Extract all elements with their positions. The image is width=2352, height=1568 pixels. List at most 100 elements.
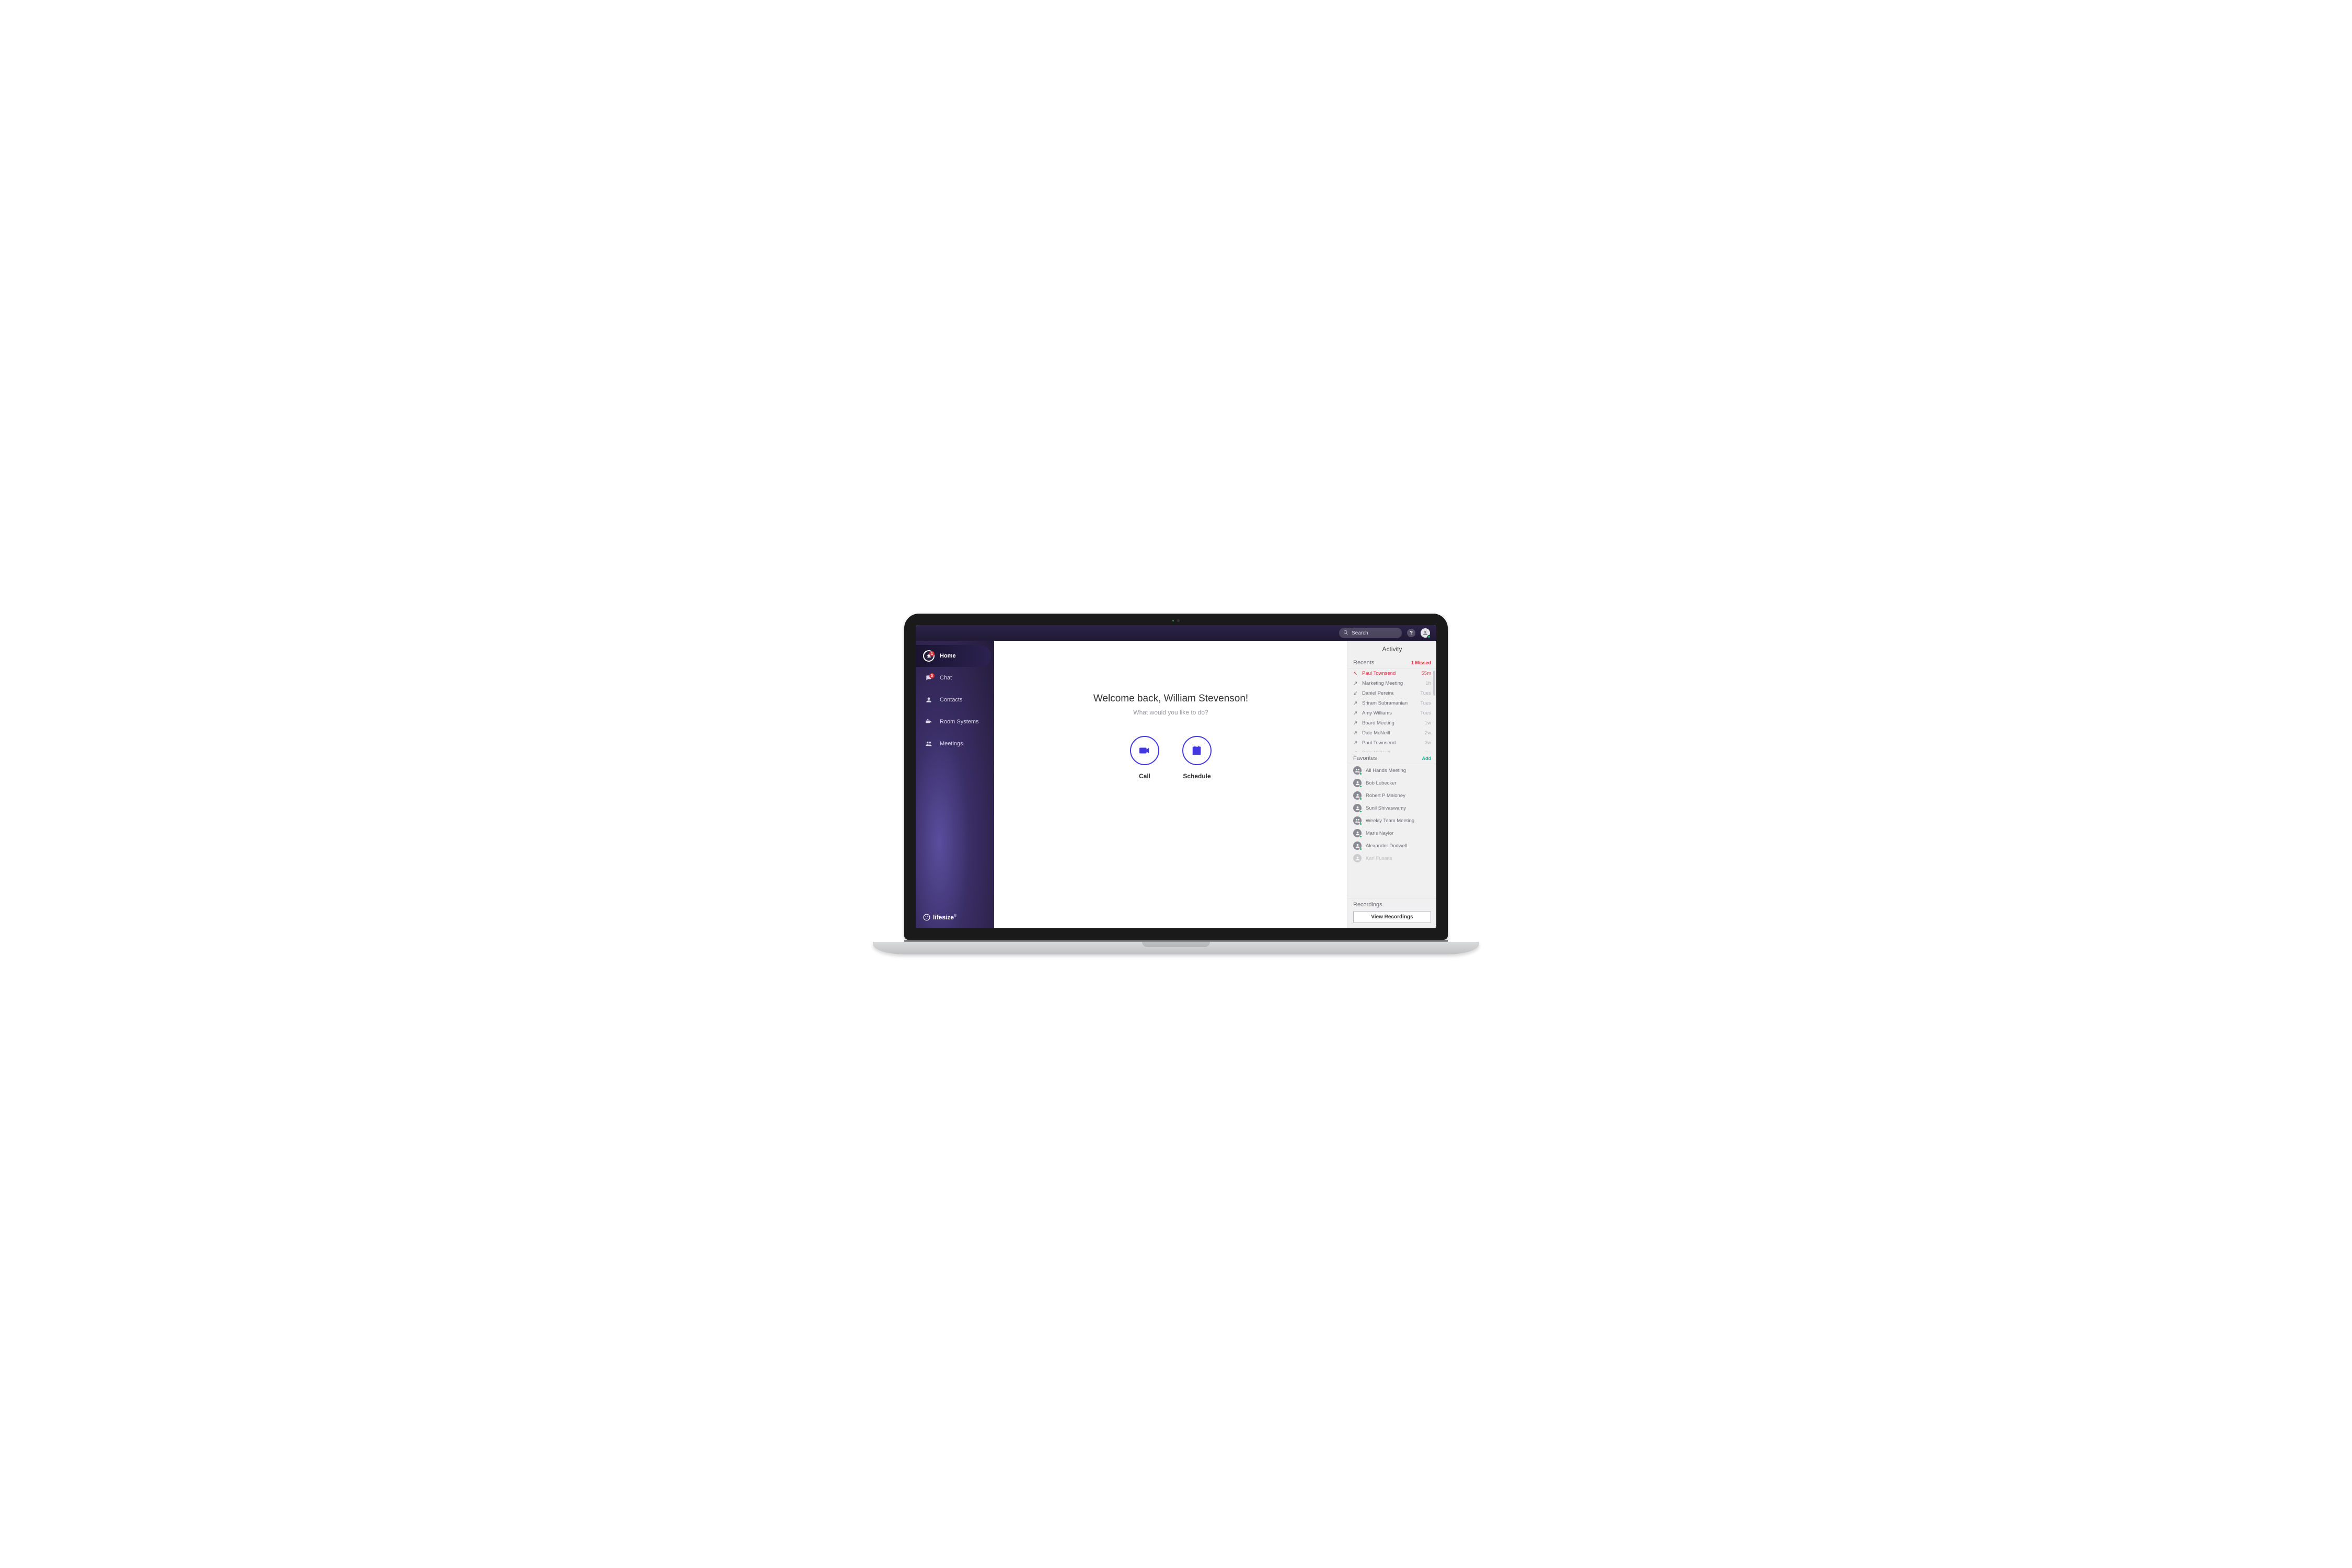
favorite-name: Sunil Shivaswamy: [1366, 805, 1406, 811]
recent-item[interactable]: Marketing Meeting 1h: [1348, 678, 1436, 688]
recent-item[interactable]: Paul Townsend 55m: [1348, 668, 1436, 678]
brand-logo: lifesize®: [916, 906, 994, 928]
recent-time: 2w: [1425, 730, 1431, 736]
sidebar-badge: 1: [929, 651, 935, 656]
favorite-item[interactable]: Sunil Shivaswamy: [1348, 802, 1436, 814]
missed-count[interactable]: 1 Missed: [1411, 660, 1431, 665]
recordings-section: Recordings View Recordings: [1348, 898, 1436, 928]
call-out-icon: [1353, 751, 1358, 752]
people-icon: [923, 738, 935, 750]
presence-dot: [1359, 798, 1362, 800]
presence-dot: [1359, 810, 1362, 813]
favorite-item[interactable]: Maris Naylor: [1348, 827, 1436, 839]
presence-dot: [1359, 848, 1362, 850]
person-icon: [1353, 841, 1362, 850]
call-out-icon: [1353, 681, 1358, 686]
laptop-base: [873, 942, 1479, 954]
sidebar-nav: Home 1 Chat3 Contacts Room SystemsMeetings: [916, 641, 994, 755]
favorite-name: Robert P Maloney: [1366, 793, 1405, 799]
favorites-header: Favorites Add: [1348, 752, 1436, 764]
call-out-icon: [1353, 741, 1358, 745]
brand-text: lifesize: [933, 914, 954, 921]
recent-time: 1w: [1425, 720, 1431, 726]
favorite-name: Maris Naylor: [1366, 831, 1393, 836]
call-action[interactable]: Call: [1130, 736, 1159, 780]
welcome-heading: Welcome back, William Stevenson!: [1093, 693, 1248, 705]
app-screen: Search ? Home1Chat3ContactsRoom SystemsM…: [916, 625, 1436, 928]
person-icon: [1353, 829, 1362, 837]
activity-panel: Activity Recents 1 Missed Paul Townsend 5…: [1347, 641, 1436, 928]
favorite-item[interactable]: Robert P Maloney: [1348, 789, 1436, 802]
favorite-name: Alexander Dodwell: [1366, 843, 1407, 849]
action-label: Schedule: [1183, 773, 1210, 780]
recent-time: 55m: [1422, 671, 1431, 676]
recent-time: Tues: [1420, 710, 1431, 716]
activity-title: Activity: [1348, 641, 1436, 656]
recent-name: Dale McNeill: [1362, 750, 1390, 752]
call-out-icon: [1353, 731, 1358, 735]
video-icon: [1130, 736, 1159, 765]
calendar-icon: [1182, 736, 1212, 765]
favorites-heading: Favorites: [1353, 755, 1377, 762]
brand-tm: ®: [954, 914, 956, 918]
recent-name: Amy Williams: [1362, 710, 1392, 716]
camera-icon: [923, 716, 935, 728]
sidebar-item-home[interactable]: Home 1: [916, 645, 991, 667]
recent-name: Paul Townsend: [1362, 740, 1396, 746]
help-icon: ?: [1410, 630, 1413, 636]
recordings-heading: Recordings: [1353, 902, 1431, 908]
meeting-icon: [1353, 816, 1362, 825]
search-input[interactable]: Search: [1339, 628, 1402, 638]
sidebar-item-label: Home: [940, 653, 956, 659]
recent-item[interactable]: Paul Townsend3w: [1348, 738, 1436, 748]
sidebar-item-contacts[interactable]: Contacts: [916, 689, 994, 711]
welcome-subtitle: What would you like to do?: [1133, 709, 1208, 716]
recent-item[interactable]: Sriram SubramanianTues: [1348, 698, 1436, 708]
favorite-item[interactable]: Alexander Dodwell: [1348, 839, 1436, 852]
action-label: Call: [1139, 773, 1150, 780]
recent-time: 1h: [1425, 681, 1431, 686]
person-icon: [1353, 779, 1362, 787]
sidebar-item-room-systems[interactable]: Room Systems: [916, 711, 994, 733]
favorite-name: Weekly Team Meeting: [1366, 818, 1414, 824]
recent-name: Dale McNeill: [1362, 730, 1390, 736]
call-out-icon: [1353, 721, 1358, 725]
favorite-name: Bob Lubecker: [1366, 780, 1397, 786]
favorite-name: Karl Fusaris: [1366, 856, 1392, 861]
recent-item[interactable]: Board Meeting1w: [1348, 718, 1436, 728]
recent-time: 3w: [1425, 750, 1431, 752]
recent-item[interactable]: Dale McNeill 2w: [1348, 728, 1436, 738]
presence-dot: [1359, 773, 1362, 775]
favorite-item[interactable]: Bob Lubecker: [1348, 777, 1436, 789]
recent-item[interactable]: Daniel Pereira Tues: [1348, 688, 1436, 698]
sidebar-item-meetings[interactable]: Meetings: [916, 733, 994, 755]
recents-scrollbar[interactable]: [1433, 671, 1435, 696]
view-recordings-button[interactable]: View Recordings: [1353, 911, 1431, 923]
laptop-frame: Search ? Home1Chat3ContactsRoom SystemsM…: [904, 614, 1448, 954]
sidebar-item-chat[interactable]: Chat3: [916, 667, 994, 689]
schedule-action[interactable]: Schedule: [1182, 736, 1212, 780]
recent-time: Tues: [1420, 700, 1431, 706]
person-icon: [1353, 854, 1362, 862]
recent-time: Tues: [1420, 690, 1431, 696]
presence-indicator: [1427, 635, 1431, 638]
recent-item[interactable]: Dale McNeill 3w: [1348, 748, 1436, 752]
call-out-icon: [1353, 701, 1358, 706]
recents-header: Recents 1 Missed: [1348, 656, 1436, 668]
search-icon: [1343, 630, 1348, 637]
favorite-item[interactable]: Weekly Team Meeting: [1348, 814, 1436, 827]
sidebar-item-label: Chat: [940, 675, 952, 681]
favorite-item[interactable]: Karl Fusaris: [1348, 852, 1436, 864]
profile-avatar[interactable]: [1421, 628, 1430, 638]
favorites-list: All Hands Meeting Bob Lubecker Robert P Ma…: [1348, 764, 1436, 898]
presence-dot: [1359, 835, 1362, 838]
recent-name: Marketing Meeting: [1362, 681, 1403, 686]
add-favorite-button[interactable]: Add: [1422, 756, 1432, 761]
favorite-item[interactable]: All Hands Meeting: [1348, 764, 1436, 777]
main-content: Welcome back, William Stevenson! What wo…: [994, 641, 1347, 928]
help-button[interactable]: ?: [1407, 629, 1415, 637]
recent-name: Paul Townsend: [1362, 671, 1396, 676]
sidebar-item-label: Contacts: [940, 697, 962, 703]
recent-item[interactable]: Amy Williams Tues: [1348, 708, 1436, 718]
recent-name: Daniel Pereira: [1362, 690, 1393, 696]
